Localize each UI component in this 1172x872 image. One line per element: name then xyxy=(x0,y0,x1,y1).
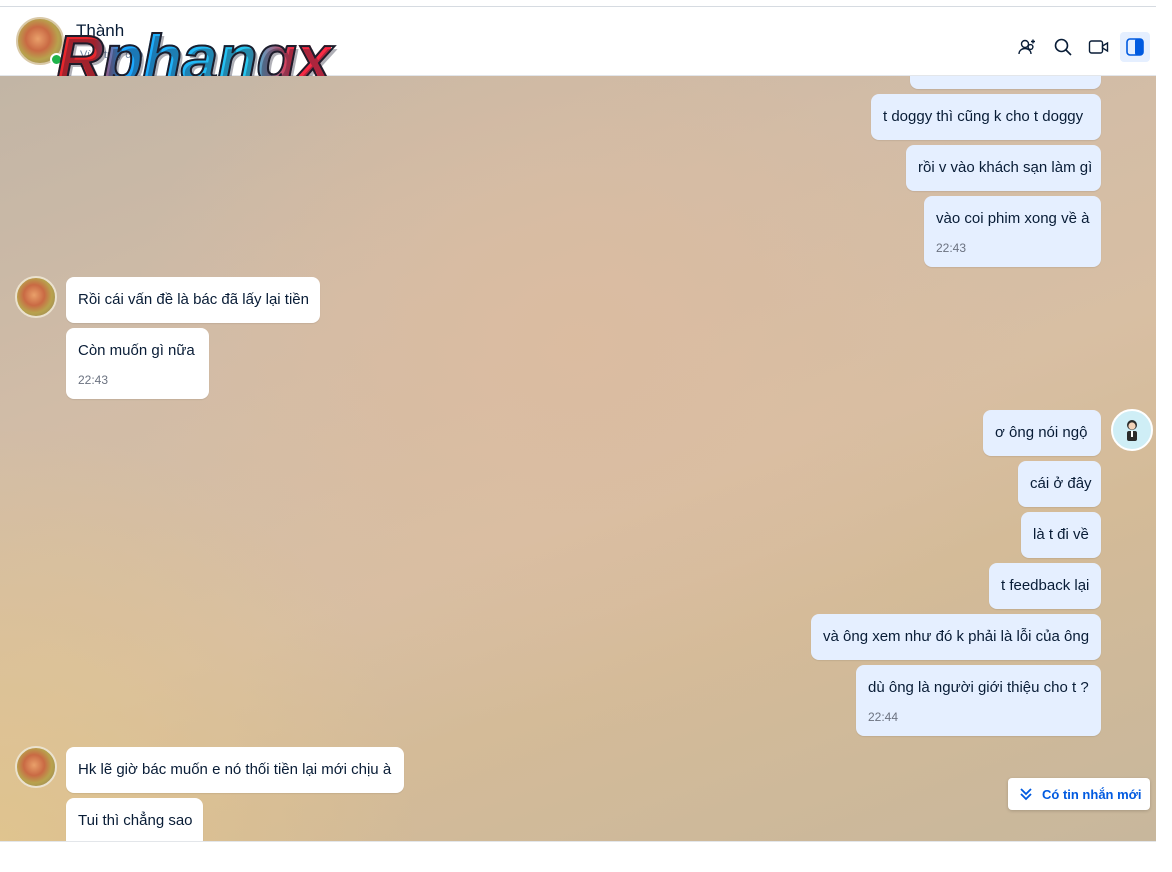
message-bubble[interactable]: Rồi cái vấn đề là bác đã lấy lại tiền xyxy=(66,277,320,323)
message-bubble[interactable]: t doggy thì cũng k cho t doggy xyxy=(871,94,1101,140)
message-time: 22:44 xyxy=(868,710,899,724)
sender-avatar[interactable] xyxy=(15,276,57,318)
message-text: rồi v vào khách sạn làm gì xyxy=(918,159,1093,176)
contact-status: Vừa truy cập xyxy=(80,49,144,61)
message-text: vào coi phim xong về à xyxy=(936,210,1090,227)
message-text: và ông xem như đó k phải là lỗi của ông xyxy=(823,628,1090,645)
message-bubble[interactable]: là t đi về xyxy=(1021,512,1101,558)
contact-name[interactable]: Thành xyxy=(76,21,124,41)
search-button[interactable] xyxy=(1048,32,1078,62)
message-text: Còn muốn gì nữa xyxy=(78,342,195,359)
sidebar-toggle-icon xyxy=(1126,38,1144,56)
message-bubble[interactable]: ơ ông nói ngộ xyxy=(983,410,1101,456)
message-text: cái ở đây xyxy=(1030,475,1092,492)
new-messages-button[interactable]: Có tin nhắn mới xyxy=(1008,778,1150,810)
message-bubble[interactable]: t feedback lại xyxy=(989,563,1101,609)
message-time: 22:43 xyxy=(936,241,967,255)
message-bubble[interactable]: và ông xem như đó k phải là lỗi của ông xyxy=(811,614,1101,660)
message-text: Hk lẽ giờ bác muốn e nó thối tiền lại mớ… xyxy=(78,761,392,778)
user-avatar-icon xyxy=(1127,420,1137,441)
message-text: là t đi về xyxy=(1033,526,1089,543)
message-text: dù ông là người giới thiệu cho t ? xyxy=(868,679,1089,696)
video-call-button[interactable] xyxy=(1084,32,1114,62)
search-icon xyxy=(1054,38,1072,56)
message-text: Tui thì chẳng sao xyxy=(78,812,193,829)
window-edge xyxy=(1156,0,1172,872)
online-status-dot xyxy=(50,53,63,66)
double-chevron-down-icon xyxy=(1020,788,1032,801)
message-bubble[interactable] xyxy=(910,76,1101,89)
message-text: Rồi cái vấn đề là bác đã lấy lại tiền xyxy=(78,291,309,308)
video-call-icon xyxy=(1088,40,1109,54)
message-text: t doggy thì cũng k cho t doggy xyxy=(883,108,1084,125)
sidebar-toggle-button[interactable] xyxy=(1120,32,1150,62)
message-text: t feedback lại xyxy=(1001,577,1090,594)
message-text: ơ ông nói ngộ xyxy=(995,424,1088,441)
new-messages-label: Có tin nhắn mới xyxy=(1042,786,1142,802)
message-bubble[interactable]: vào coi phim xong về à 22:43 xyxy=(924,196,1101,267)
message-bubble[interactable]: Còn muốn gì nữa 22:43 xyxy=(66,328,209,399)
top-border xyxy=(0,0,1156,7)
message-list[interactable]: t doggy thì cũng k cho t doggy rồi v vào… xyxy=(0,76,1156,841)
add-member-button[interactable] xyxy=(1012,32,1042,62)
chat-header: Thành Vừa truy cập Rphangx xyxy=(0,7,1156,92)
sender-avatar[interactable] xyxy=(15,746,57,788)
message-bubble[interactable]: Tui thì chẳng sao xyxy=(66,798,203,841)
my-avatar[interactable] xyxy=(1111,409,1153,451)
message-bubble[interactable]: rồi v vào khách sạn làm gì xyxy=(906,145,1101,191)
add-friend-icon xyxy=(1018,39,1035,55)
composer-area[interactable] xyxy=(0,841,1156,872)
message-bubble[interactable]: cái ở đây xyxy=(1018,461,1101,507)
message-bubble[interactable]: dù ông là người giới thiệu cho t ? 22:44 xyxy=(856,665,1101,736)
message-time: 22:43 xyxy=(78,373,109,387)
message-bubble[interactable]: Hk lẽ giờ bác muốn e nó thối tiền lại mớ… xyxy=(66,747,404,793)
